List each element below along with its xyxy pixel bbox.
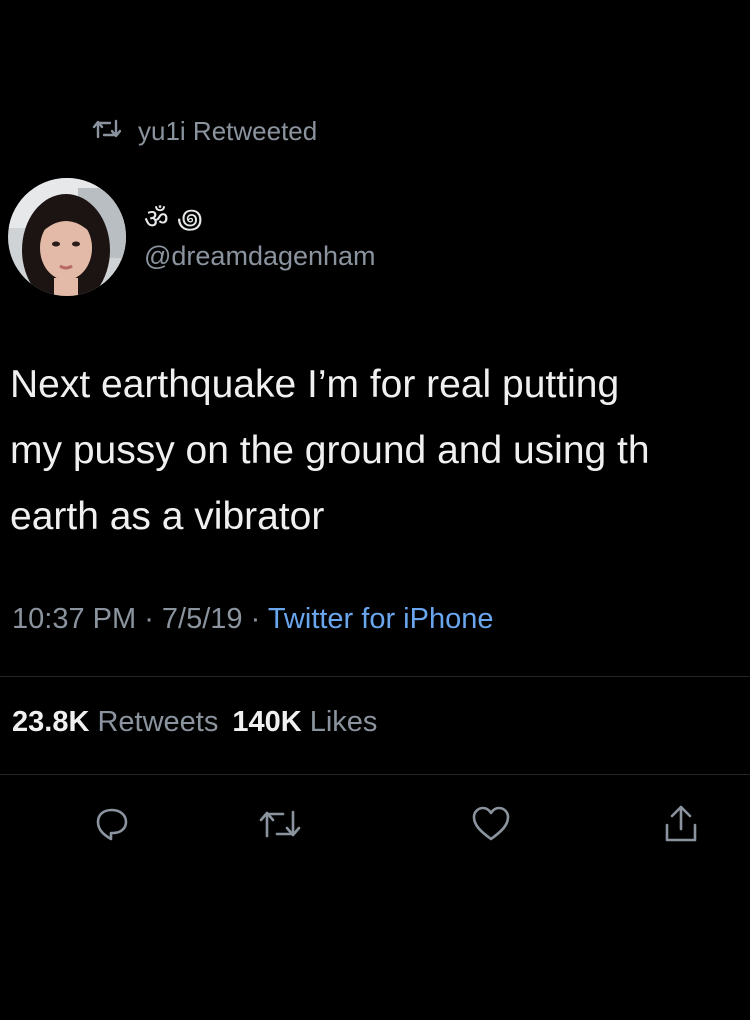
reply-icon bbox=[92, 804, 132, 849]
likes-label: Likes bbox=[309, 706, 378, 738]
like-button[interactable] bbox=[467, 802, 515, 850]
tweet-text-line: my pussy on the ground and using th bbox=[10, 429, 650, 472]
reply-button[interactable] bbox=[88, 802, 136, 850]
tweet-text-line: Next earthquake I’m for real putting bbox=[10, 363, 620, 406]
tweet-source-link[interactable]: Twitter for iPhone bbox=[268, 603, 494, 635]
tweet-date[interactable]: 7/5/19 bbox=[162, 603, 243, 635]
tweet-metadata: 10:37 PM · 7/5/19 · Twitter for iPhone bbox=[12, 603, 494, 635]
retweets-stat[interactable]: 23.8K Retweets bbox=[12, 706, 218, 738]
likes-count: 140K bbox=[232, 706, 302, 738]
divider bbox=[0, 774, 750, 775]
heart-icon bbox=[470, 804, 512, 849]
likes-stat[interactable]: 140K Likes bbox=[232, 706, 377, 738]
divider bbox=[0, 676, 750, 677]
retweets-count: 23.8K bbox=[12, 706, 90, 738]
share-button[interactable] bbox=[657, 802, 705, 850]
user-handle[interactable]: @dreamdagenham bbox=[144, 239, 376, 273]
tweet-author: ॐ ꩜ @dreamdagenham bbox=[8, 178, 376, 296]
retweet-icon bbox=[92, 116, 138, 147]
engagement-stats: 23.8K Retweets 140K Likes bbox=[12, 706, 377, 739]
retweeted-by-label: yu1i Retweeted bbox=[138, 116, 318, 146]
retweet-button[interactable] bbox=[256, 802, 304, 850]
tweet-time[interactable]: 10:37 PM bbox=[12, 603, 136, 635]
tweet-text: Next earthquake I’m for real putting my p… bbox=[10, 352, 750, 550]
retweets-label: Retweets bbox=[97, 706, 219, 738]
tweet-text-line: earth as a vibrator bbox=[10, 495, 325, 538]
retweeted-by-row[interactable]: yu1i Retweeted bbox=[92, 116, 317, 147]
display-name[interactable]: ॐ ꩜ bbox=[144, 201, 376, 239]
avatar[interactable] bbox=[8, 178, 126, 296]
retweet-icon bbox=[258, 806, 302, 847]
share-icon bbox=[661, 803, 701, 850]
